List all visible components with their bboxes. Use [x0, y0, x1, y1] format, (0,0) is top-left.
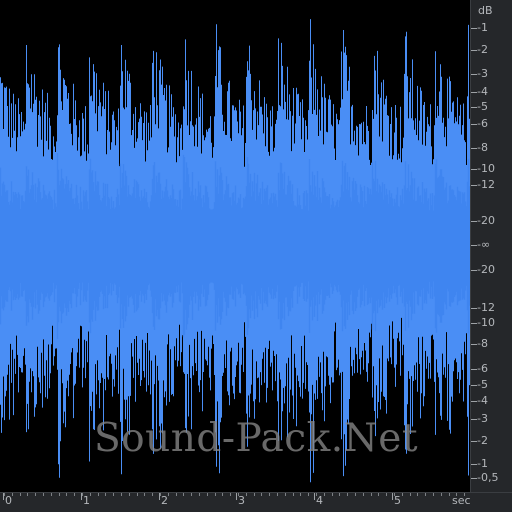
time-label: 0 [5, 494, 12, 507]
time-minor-tick [74, 493, 75, 496]
time-minor-tick [43, 493, 44, 496]
time-minor-tick [238, 493, 239, 496]
time-minor-tick [285, 493, 286, 496]
db-label: -3 [477, 67, 488, 80]
time-minor-tick [425, 493, 426, 496]
db-label: -1 [477, 457, 488, 470]
db-label: -6 [477, 362, 488, 375]
time-minor-tick [215, 493, 216, 496]
time-minor-tick [378, 493, 379, 496]
time-minor-tick [207, 493, 208, 496]
time-minor-tick [363, 493, 364, 496]
time-minor-tick [332, 493, 333, 496]
db-label: -1 [477, 21, 488, 34]
time-minor-tick [160, 493, 161, 496]
db-label: -3 [477, 412, 488, 425]
time-minor-tick [4, 493, 5, 496]
time-minor-tick [199, 493, 200, 496]
time-minor-tick [27, 493, 28, 496]
db-label: -2 [477, 43, 488, 56]
db-label: -4 [477, 85, 488, 98]
time-minor-tick [402, 493, 403, 496]
time-minor-tick [35, 493, 36, 496]
waveform-svg [0, 19, 470, 483]
db-label: -20 [477, 214, 495, 227]
time-minor-tick [308, 493, 309, 496]
db-label: -12 [477, 178, 495, 191]
db-label: -8 [477, 337, 488, 350]
time-label: 2 [161, 494, 168, 507]
db-label: -12 [477, 301, 495, 314]
time-minor-tick [410, 493, 411, 496]
db-label: -∞ [477, 238, 491, 251]
time-label: 3 [238, 494, 245, 507]
time-minor-tick [176, 493, 177, 496]
time-minor-tick [121, 493, 122, 496]
time-unit-label: sec [452, 494, 471, 507]
time-minor-tick [464, 493, 465, 496]
db-scale-ruler: dB -1 -2 -3 -4 -5 -6 -8 -10 -12 -20 -∞ -20 -12 -10 -8 -… [470, 0, 512, 492]
time-minor-tick [293, 493, 294, 496]
time-minor-tick [433, 493, 434, 496]
time-label: 1 [83, 494, 90, 507]
time-minor-tick [456, 493, 457, 496]
db-label: -10 [477, 316, 495, 329]
time-minor-tick [371, 493, 372, 496]
time-minor-tick [386, 493, 387, 496]
time-minor-tick [105, 493, 106, 496]
time-minor-tick [347, 493, 348, 496]
time-minor-tick [254, 493, 255, 496]
time-minor-tick [59, 493, 60, 496]
time-minor-tick [261, 493, 262, 496]
time-minor-tick [144, 493, 145, 496]
time-minor-tick [51, 493, 52, 496]
time-tick [236, 493, 237, 500]
time-minor-tick [449, 493, 450, 496]
time-minor-tick [417, 493, 418, 496]
time-minor-tick [137, 493, 138, 496]
time-minor-tick [277, 493, 278, 496]
db-label: -4 [477, 394, 488, 407]
db-label: -0,5 [477, 471, 499, 484]
db-label: -10 [477, 162, 495, 175]
time-minor-tick [168, 493, 169, 496]
time-minor-tick [300, 493, 301, 496]
waveform-display[interactable] [0, 0, 470, 492]
time-minor-tick [20, 493, 21, 496]
time-scale-ruler: sec 0 1 2 3 4 5 [0, 492, 512, 512]
db-label: -2 [477, 434, 488, 447]
time-minor-tick [66, 493, 67, 496]
time-minor-tick [316, 493, 317, 496]
db-label: -8 [477, 141, 488, 154]
time-minor-tick [183, 493, 184, 496]
db-label: -6 [477, 117, 488, 130]
time-minor-tick [152, 493, 153, 496]
time-minor-tick [90, 493, 91, 496]
time-tick [314, 493, 315, 500]
db-label: -5 [477, 100, 488, 113]
waveform-viewer: dB -1 -2 -3 -4 -5 -6 -8 -10 -12 -20 -∞ -20 -12 -10 -8-… [0, 0, 512, 512]
time-minor-tick [82, 493, 83, 496]
time-tick [392, 493, 393, 500]
db-label: -5 [477, 378, 488, 391]
time-minor-tick [246, 493, 247, 496]
time-label: 5 [394, 494, 401, 507]
time-minor-tick [129, 493, 130, 496]
time-minor-tick [394, 493, 395, 496]
time-minor-tick [230, 493, 231, 496]
time-minor-tick [191, 493, 192, 496]
time-minor-tick [441, 493, 442, 496]
time-minor-tick [339, 493, 340, 496]
time-minor-tick [12, 493, 13, 496]
db-label: -20 [477, 263, 495, 276]
db-unit-label: dB [478, 4, 493, 17]
time-minor-tick [324, 493, 325, 496]
time-minor-tick [98, 493, 99, 496]
time-minor-tick [222, 493, 223, 496]
time-minor-tick [113, 493, 114, 496]
time-minor-tick [355, 493, 356, 496]
time-minor-tick [269, 493, 270, 496]
time-label: 4 [316, 494, 323, 507]
